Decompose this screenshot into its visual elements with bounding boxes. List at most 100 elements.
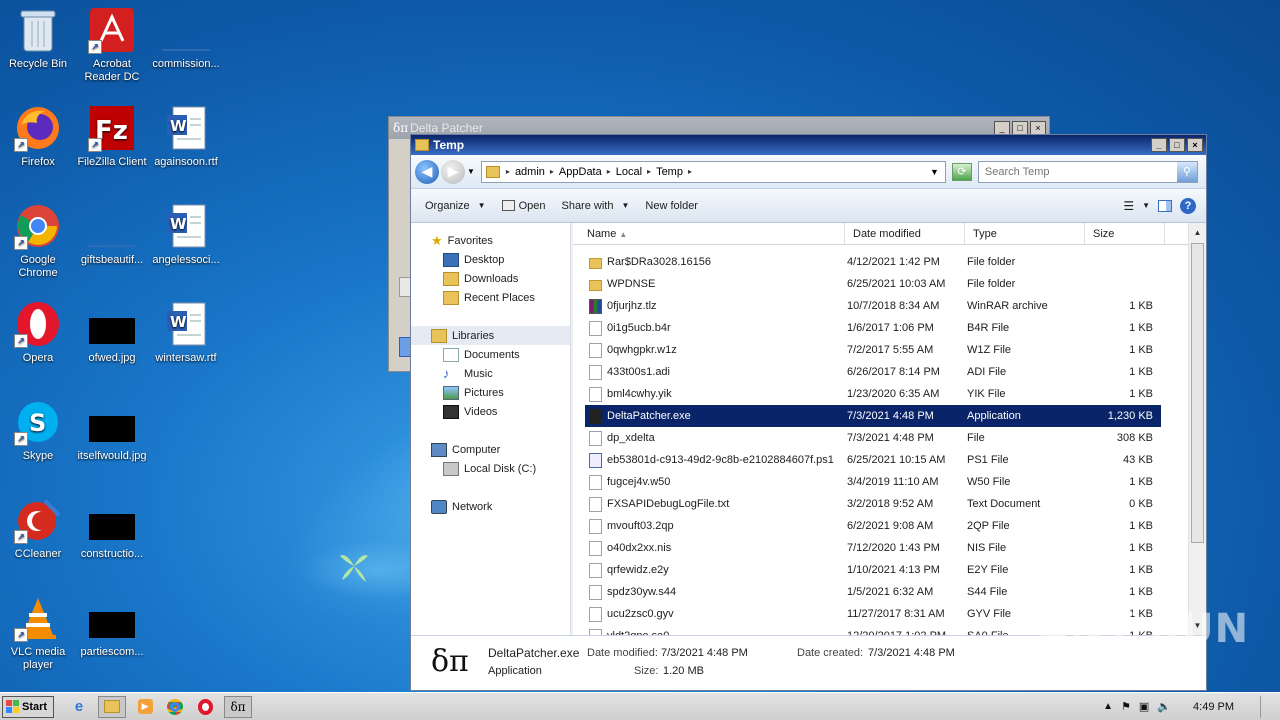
maximize-button[interactable]: □ <box>1012 121 1028 135</box>
internet-explorer-icon[interactable]: e <box>68 696 90 718</box>
desktop-icon-angelessoci[interactable]: W angelessoci... <box>148 202 224 267</box>
media-player-icon[interactable]: ▶ <box>134 696 156 718</box>
opera-taskbar-icon[interactable] <box>194 696 216 718</box>
file-row[interactable]: qrfewidz.e2y 1/10/2021 4:13 PM E2Y File 1 K… <box>585 559 1161 581</box>
desktop-icon-skype[interactable]: S ↗ Skype <box>0 398 76 463</box>
desktop-icon-ofwed[interactable]: ofwed.jpg <box>74 300 150 365</box>
file-list[interactable]: Name ▲ Date modified Type Size Rar$DRa30… <box>573 223 1188 635</box>
file-row[interactable]: DeltaPatcher.exe 7/3/2021 4:48 PM Applicat… <box>585 405 1161 427</box>
share-with-button[interactable]: Share with ▼ <box>553 200 637 212</box>
network-tray-icon[interactable]: ▣ <box>1139 700 1149 713</box>
address-bar[interactable]: ▸ admin ▸ AppData ▸ Local ▸ Temp ▸ ▼ <box>480 160 946 183</box>
nav-videos[interactable]: Videos <box>411 402 570 421</box>
search-input[interactable] <box>978 165 1177 178</box>
scroll-up-icon[interactable]: ▲ <box>1191 226 1204 239</box>
desktop-icon-chrome[interactable]: ↗ Google Chrome <box>0 202 76 280</box>
nav-favorites[interactable]: ★ Favorites <box>411 231 570 250</box>
help-icon[interactable]: ? <box>1180 197 1196 214</box>
forward-button[interactable]: ▶ <box>441 159 465 184</box>
explorer-titlebar[interactable]: Temp _ □ × <box>411 135 1206 155</box>
vertical-scrollbar[interactable]: ▲ ▼ <box>1188 223 1206 635</box>
minimize-button[interactable]: _ <box>1151 138 1167 152</box>
search-box[interactable]: ⚲ <box>977 160 1198 183</box>
breadcrumb-temp[interactable]: Temp <box>651 166 688 178</box>
address-dropdown-icon[interactable]: ▼ <box>930 167 939 177</box>
preview-pane-icon[interactable] <box>1158 199 1172 212</box>
nav-libraries[interactable]: Libraries <box>411 326 570 345</box>
nav-computer[interactable]: Computer <box>411 440 570 459</box>
column-header-date[interactable]: Date modified <box>845 223 965 244</box>
file-row[interactable]: 0fjurjhz.tlz 10/7/2018 8:34 AM WinRAR arch… <box>585 295 1161 317</box>
nav-desktop[interactable]: Desktop <box>411 250 570 269</box>
clock[interactable]: 4:49 PM <box>1193 701 1234 713</box>
back-button[interactable]: ◀ <box>415 159 439 184</box>
desktop-icon-againsoon[interactable]: W againsoon.rtf <box>148 104 224 169</box>
column-header-name[interactable]: Name ▲ <box>573 223 845 244</box>
nav-recent-places[interactable]: Recent Places <box>411 288 570 307</box>
desktop-icon-partiescom[interactable]: partiescom... <box>74 594 150 659</box>
show-hidden-icons-icon[interactable]: ▲ <box>1103 701 1113 712</box>
rar-file-icon <box>589 298 602 314</box>
file-row[interactable]: spdz30yw.s44 1/5/2021 6:32 AM S44 File 1 KB <box>585 581 1161 603</box>
breadcrumb-admin[interactable]: admin <box>510 166 550 178</box>
desktop-icon-ccleaner[interactable]: ↗ CCleaner <box>0 496 76 561</box>
desktop-icon-firefox[interactable]: ↗ Firefox <box>0 104 76 169</box>
close-button[interactable]: × <box>1030 121 1046 135</box>
nav-local-disk[interactable]: Local Disk (C:) <box>411 459 570 478</box>
desktop-icon-wintersaw[interactable]: W wintersaw.rtf <box>148 300 224 365</box>
search-icon[interactable]: ⚲ <box>1176 161 1197 182</box>
delta-patcher-taskbar-icon[interactable]: δπ <box>224 695 252 718</box>
desktop-icon-recycle-bin[interactable]: Recycle Bin <box>0 6 76 71</box>
open-button[interactable]: Open <box>494 200 554 212</box>
nav-pictures[interactable]: Pictures <box>411 383 570 402</box>
column-header-type[interactable]: Type <box>965 223 1085 244</box>
file-name-cell: mvouft03.2qp <box>585 518 843 534</box>
file-row[interactable]: 0i1g5ucb.b4r 1/6/2017 1:06 PM B4R File 1 KB <box>585 317 1161 339</box>
file-row[interactable]: dp_xdelta 7/3/2021 4:48 PM File 308 KB <box>585 427 1161 449</box>
breadcrumb-local[interactable]: Local <box>611 166 647 178</box>
file-name-cell: eb53801d-c913-49d2-9c8b-e2102884607f.ps1 <box>585 452 843 468</box>
nav-music[interactable]: ♪ Music <box>411 364 570 383</box>
view-options-icon[interactable]: ☰ <box>1123 199 1134 213</box>
nav-documents[interactable]: Documents <box>411 345 570 364</box>
file-row[interactable]: Rar$DRa3028.16156 4/12/2021 1:42 PM File f… <box>585 251 1161 273</box>
organize-button[interactable]: Organize ▼ <box>417 200 494 212</box>
desktop-icon-commission[interactable]: commission... <box>148 6 224 71</box>
file-row[interactable]: FXSAPIDebugLogFile.txt 3/2/2018 9:52 AM Te… <box>585 493 1161 515</box>
nav-network[interactable]: Network <box>411 497 570 516</box>
action-center-flag-icon[interactable]: ⚑ <box>1121 700 1131 713</box>
show-desktop-button[interactable] <box>1260 695 1272 718</box>
desktop-icon-vlc[interactable]: ↗ VLC media player <box>0 594 76 672</box>
chevron-down-icon[interactable]: ▼ <box>1142 201 1150 210</box>
file-row[interactable]: WPDNSE 6/25/2021 10:03 AM File folder <box>585 273 1161 295</box>
desktop-icon-giftsbeautif[interactable]: giftsbeautif... <box>74 202 150 267</box>
file-row[interactable]: o40dx2xx.nis 7/12/2020 1:43 PM NIS File 1 K… <box>585 537 1161 559</box>
recent-pages-dropdown-icon[interactable]: ▼ <box>467 167 475 176</box>
column-header-size[interactable]: Size <box>1085 223 1165 244</box>
new-folder-button[interactable]: New folder <box>637 200 706 212</box>
file-row[interactable]: mvouft03.2qp 6/2/2021 9:08 AM 2QP File 1 KB <box>585 515 1161 537</box>
file-row[interactable]: bml4cwhy.yik 1/23/2020 6:35 AM YIK File 1 K… <box>585 383 1161 405</box>
desktop-icon-filezilla[interactable]: Fz ↗ FileZilla Client <box>74 104 150 169</box>
refresh-button[interactable]: ⟳ <box>951 162 972 181</box>
file-row[interactable]: 433t00s1.adi 6/26/2017 8:14 PM ADI File 1 K… <box>585 361 1161 383</box>
maximize-button[interactable]: □ <box>1169 138 1185 152</box>
desktop-icon-constructio[interactable]: constructio... <box>74 496 150 561</box>
nav-downloads[interactable]: Downloads <box>411 269 570 288</box>
desktop-icon-itselfwould[interactable]: itselfwould.jpg <box>74 398 150 463</box>
file-row[interactable]: fugcej4v.w50 3/4/2019 11:10 AM W50 File 1 K… <box>585 471 1161 493</box>
music-icon: ♪ <box>443 366 450 381</box>
volume-icon[interactable]: 🔈 <box>1157 700 1171 713</box>
desktop-icon-acrobat[interactable]: ↗ Acrobat Reader DC <box>74 6 150 84</box>
breadcrumb-appdata[interactable]: AppData <box>554 166 607 178</box>
chrome-taskbar-icon[interactable] <box>164 696 186 718</box>
scrollbar-thumb[interactable] <box>1191 243 1204 543</box>
file-row[interactable]: eb53801d-c913-49d2-9c8b-e2102884607f.ps1… <box>585 449 1161 471</box>
desktop-icon-opera[interactable]: ↗ Opera <box>0 300 76 365</box>
windows-explorer-icon[interactable] <box>98 695 126 718</box>
minimize-button[interactable]: _ <box>994 121 1010 135</box>
start-button[interactable]: Start <box>2 695 54 718</box>
file-row[interactable]: 0qwhgpkr.w1z 7/2/2017 5:55 AM W1Z File 1 KB <box>585 339 1161 361</box>
close-button[interactable]: × <box>1187 138 1203 152</box>
chevron-right-icon[interactable]: ▸ <box>688 167 692 176</box>
